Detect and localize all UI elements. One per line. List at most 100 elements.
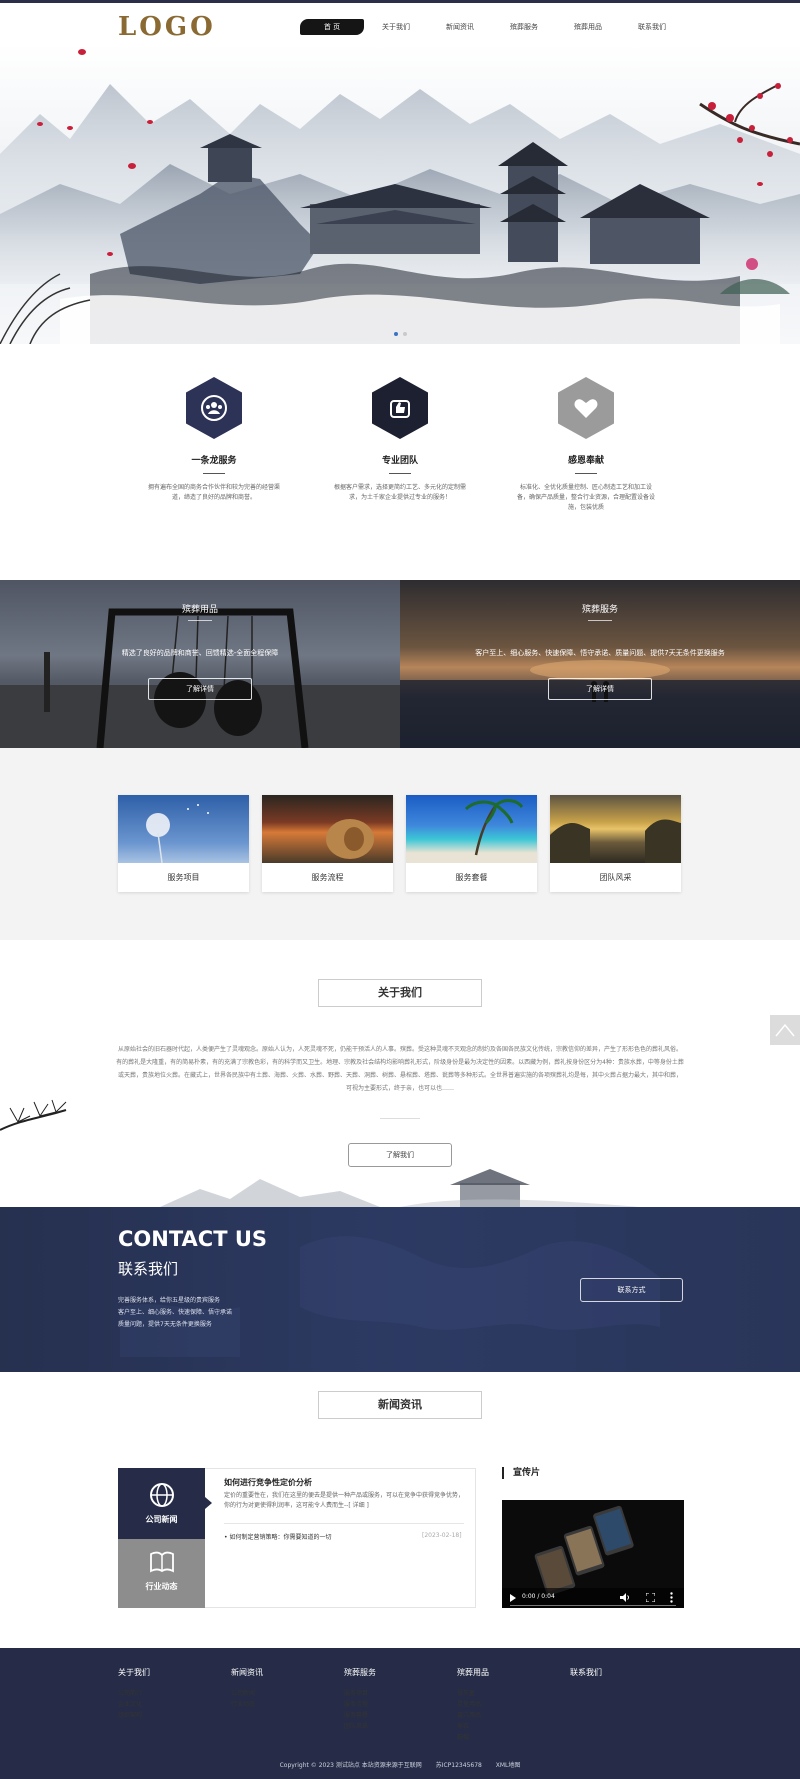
feature-professional-team: 专业团队 根据客户需求，选择更简约工艺、多元化的定制需求，为土千家企业提供过专业…: [330, 377, 470, 503]
promo-divider: [188, 620, 212, 621]
nav-home[interactable]: 首 页: [300, 19, 364, 35]
top-accent-line: [0, 0, 800, 3]
footer-link[interactable]: 服务项目: [344, 1688, 376, 1699]
globe-icon: [149, 1483, 174, 1507]
contact-desc: 完善服务体系，给你五星级的贵宾服务 客户至上、细心服务、快速保障、悟守承诺 质量…: [118, 1295, 232, 1331]
carousel-dots: [394, 332, 407, 336]
card-service-process[interactable]: 服务流程: [262, 795, 393, 892]
promo-video-player[interactable]: 0:00 / 0:04: [502, 1500, 684, 1608]
nav-news[interactable]: 新闻资讯: [428, 19, 492, 35]
footer-link[interactable]: 灵堂用品: [457, 1699, 489, 1710]
footer-link[interactable]: 企业文化: [118, 1699, 150, 1710]
fullscreen-icon[interactable]: [646, 1593, 655, 1602]
footer-link[interactable]: 服务流程: [344, 1699, 376, 1710]
feature-desc: 拥有遍布全国的商务合作伙伴和较为完善的经营渠道，缔造了良好的品牌和商誉。: [147, 484, 280, 501]
news-section-title: 新闻资讯: [318, 1391, 482, 1419]
icp-link[interactable]: 苏ICP12345678: [436, 1762, 482, 1769]
news-list-item[interactable]: • 如何制定营销策略：你需要知道的一切: [224, 1532, 331, 1541]
footer-col-title[interactable]: 新闻资讯: [231, 1667, 263, 1678]
tab-industry-news[interactable]: 行业动态: [118, 1539, 205, 1608]
feature-gratitude: 感恩奉献 标准化、全优化质量控制、匠心制造工艺和加工设备，确保产品质量，整合行业…: [516, 377, 656, 513]
feature-title: 专业团队: [381, 456, 418, 466]
hero-banner[interactable]: [0, 44, 800, 344]
footer-link[interactable]: 团队风采: [344, 1721, 376, 1732]
footer-link[interactable]: 公司简介: [118, 1688, 150, 1699]
about-section-title: 关于我们: [318, 979, 482, 1007]
footer-col-title[interactable]: 殡葬服务: [344, 1667, 376, 1678]
promo-detail-button[interactable]: 了解详情: [548, 678, 652, 700]
news-item-date: [2023-02-18]: [422, 1532, 462, 1539]
tab-label: 公司新闻: [145, 1515, 178, 1524]
footer-col-about: 关于我们 公司简介 企业文化 组织架构: [118, 1667, 150, 1721]
nav-contact[interactable]: 联系我们: [620, 19, 684, 35]
news-item-title[interactable]: 如何制定营销策略：你需要知道的一切: [229, 1534, 331, 1541]
footer-link[interactable]: 公司新闻: [231, 1688, 263, 1699]
tab-label: 行业动态: [145, 1582, 178, 1591]
active-tab-pointer: [205, 1497, 212, 1509]
site-logo[interactable]: LOGO: [118, 12, 216, 42]
volume-icon[interactable]: [620, 1593, 630, 1602]
feature-divider: [389, 473, 411, 474]
footer-copyright: Copyright © 2023 测试站点 本站资源来源于互联网 苏ICP123…: [0, 1760, 800, 1769]
play-icon[interactable]: [510, 1594, 516, 1602]
feature-one-stop: 一条龙服务 拥有遍布全国的商务合作伙伴和较为完善的经营渠道，缔造了良好的品牌和商…: [144, 377, 284, 503]
contact-line: 客户至上、细心服务、快速保障、悟守承诺: [118, 1309, 233, 1316]
promo-title: 殡葬用品: [181, 605, 218, 615]
news-summary: 定价的重要性在，我们在这里的便去是提供一种产品或服务，可以在竞争中获得竞争优势，…: [224, 1492, 465, 1509]
contact-title-en: CONTACT US: [118, 1227, 268, 1251]
feature-divider: [203, 473, 225, 474]
news-headline[interactable]: 如何进行竞争性定价分析: [224, 1477, 312, 1488]
footer-link[interactable]: 服务套餐: [344, 1710, 376, 1721]
feature-desc: 标准化、全优化质量控制、匠心制造工艺和加工设备，确保产品质量，整合行业资源，合理…: [516, 484, 655, 511]
card-team-style[interactable]: 团队风采: [550, 795, 681, 892]
promo-detail-button[interactable]: 了解详情: [148, 678, 252, 700]
promo-services: 殡葬服务 客户至上、细心服务、快速保障、悟守承诺、质量问题、提供7天无条件更换服…: [400, 580, 800, 748]
nav-about[interactable]: 关于我们: [364, 19, 428, 35]
nav-services[interactable]: 殡葬服务: [492, 19, 556, 35]
feature-title: 感恩奉献: [567, 456, 604, 466]
chevron-up-icon: [775, 1023, 795, 1037]
carousel-dot-2[interactable]: [403, 332, 407, 336]
promo-products: 殡葬用品 精选了良好的品牌和商誉、回馈精选-全面全程保障 了解详情: [0, 580, 400, 748]
tab-company-news[interactable]: 公司新闻: [118, 1468, 205, 1539]
book-icon: [149, 1551, 174, 1573]
footer-col-news: 新闻资讯 公司新闻 行业动态: [231, 1667, 263, 1710]
about-divider: [380, 1118, 420, 1119]
more-options-icon[interactable]: [670, 1592, 673, 1603]
card-service-packages[interactable]: 服务套餐: [406, 795, 537, 892]
back-to-top-button[interactable]: [770, 1015, 800, 1045]
footer-link[interactable]: 墓穴用品: [457, 1710, 489, 1721]
contact-info-button[interactable]: 联系方式: [580, 1278, 683, 1302]
team-icon: [186, 377, 242, 439]
card-service-items[interactable]: 服务项目: [118, 795, 249, 892]
carousel-dot-1[interactable]: [394, 332, 398, 336]
sitemap-link[interactable]: XML地图: [496, 1762, 521, 1769]
thumbs-up-icon: [372, 377, 428, 439]
beach-palm-image: [406, 795, 537, 863]
footer-col-contact: 联系我们: [570, 1667, 602, 1688]
video-controls: 0:00 / 0:04: [502, 1588, 684, 1608]
footer-link[interactable]: 寿衣: [457, 1721, 489, 1732]
video-progress-bar[interactable]: [510, 1605, 676, 1606]
footer-col-title[interactable]: 殡葬用品: [457, 1667, 489, 1678]
footer-col-services: 殡葬服务 服务项目 服务流程 服务套餐 团队风采: [344, 1667, 376, 1732]
ink-landscape-illustration: [0, 49, 800, 344]
footer-link[interactable]: 骨灰盒: [457, 1688, 489, 1699]
card-label: 服务流程: [311, 873, 344, 882]
about-more-button[interactable]: 了解我们: [348, 1143, 452, 1167]
card-label: 服务套餐: [455, 873, 488, 882]
copyright-text: Copyright © 2023 测试站点 本站资源来源于互联网: [279, 1762, 422, 1769]
news-separator: [224, 1523, 464, 1524]
footer-link[interactable]: 组织架构: [118, 1710, 150, 1721]
footer-col-products: 殡葬用品 骨灰盒 灵堂用品 墓穴用品 寿衣 鞋帽: [457, 1667, 489, 1743]
main-nav: 首 页 关于我们 新闻资讯 殡葬服务 殡葬用品 联系我们: [300, 19, 684, 35]
promo-desc: 客户至上、细心服务、快速保障、悟守承诺、质量问题、提供7天无条件更换服务: [475, 649, 725, 657]
promo-title: 殡葬服务: [581, 605, 618, 615]
feature-title: 一条龙服务: [191, 456, 237, 466]
footer-col-title[interactable]: 联系我们: [570, 1667, 602, 1678]
footer-col-title[interactable]: 关于我们: [118, 1667, 150, 1678]
footer-link[interactable]: 行业动态: [231, 1699, 263, 1710]
card-label: 团队风采: [599, 873, 632, 882]
nav-products[interactable]: 殡葬用品: [556, 19, 620, 35]
footer-link[interactable]: 鞋帽: [457, 1732, 489, 1743]
